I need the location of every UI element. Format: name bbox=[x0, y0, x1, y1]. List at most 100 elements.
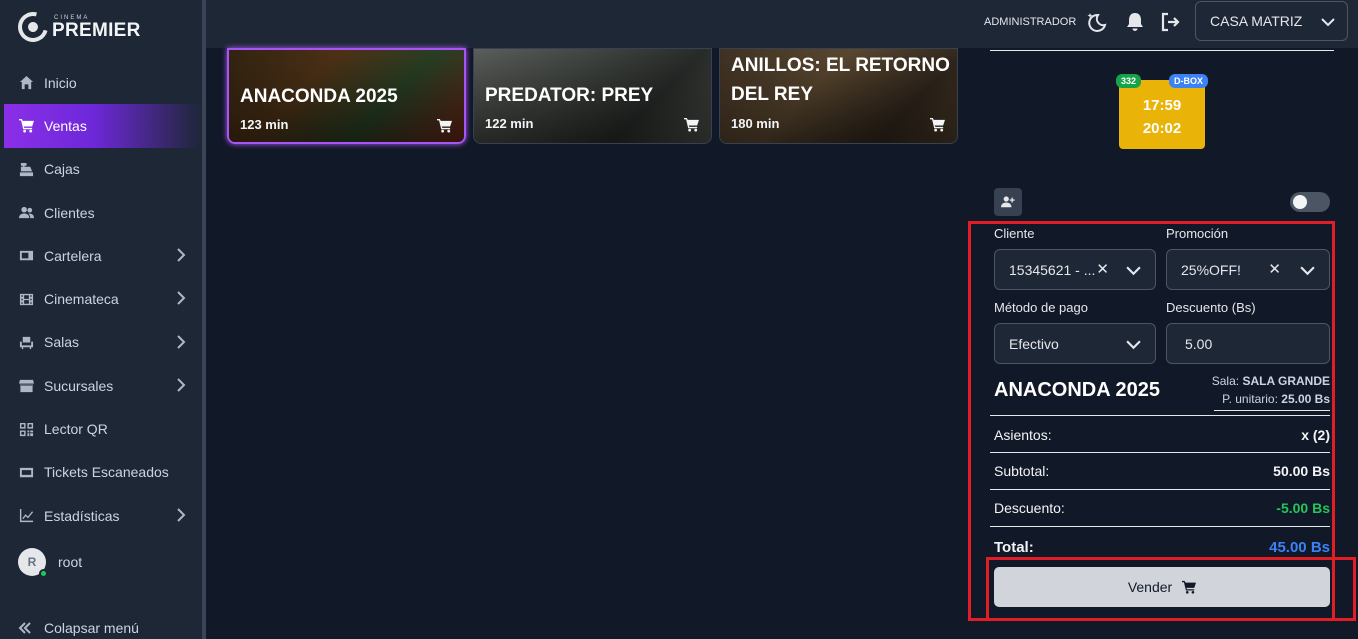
metodo-pago-select[interactable]: Efectivo bbox=[994, 323, 1156, 364]
dark-mode-icon[interactable] bbox=[1086, 11, 1108, 33]
subtotal-label: Subtotal: bbox=[994, 463, 1050, 479]
sidebar-item-label: Salas bbox=[44, 334, 80, 351]
user-name: root bbox=[58, 554, 83, 570]
vender-button[interactable]: Vender bbox=[994, 567, 1330, 607]
subtotal-value: 50.00 Bs bbox=[1273, 463, 1330, 479]
metodo-pago-value: Efectivo bbox=[1009, 335, 1059, 352]
sidebar-item-label: Estadísticas bbox=[44, 507, 120, 524]
sidebar-item-label: Lector QR bbox=[44, 421, 108, 438]
sidebar-item-sucursales[interactable]: Sucursales bbox=[4, 364, 202, 407]
clear-icon[interactable]: ✕ bbox=[1096, 260, 1109, 278]
film-icon bbox=[18, 291, 34, 307]
metodo-pago-label: Método de pago bbox=[994, 300, 1088, 315]
logo-name: PREMIER bbox=[52, 19, 141, 41]
total-label: Total: bbox=[994, 539, 1034, 556]
chart-icon bbox=[18, 508, 34, 524]
movie-duration: 123 min bbox=[240, 117, 289, 132]
bell-icon[interactable] bbox=[1124, 11, 1146, 33]
chevron-down-icon bbox=[1126, 337, 1141, 352]
sidebar-item-salas[interactable]: Salas bbox=[4, 321, 202, 364]
movie-duration: 122 min bbox=[485, 116, 534, 131]
cart-icon[interactable] bbox=[930, 117, 945, 132]
sidebar-item-clientes[interactable]: Clientes bbox=[4, 191, 202, 234]
cliente-select[interactable]: 15345621 - ... ✕ bbox=[994, 249, 1156, 290]
cart-icon bbox=[18, 118, 34, 134]
movie-title: PREDATOR: PREY bbox=[485, 85, 654, 106]
qr-icon bbox=[18, 421, 34, 437]
sidebar-item-ventas[interactable]: Ventas bbox=[4, 104, 202, 148]
sidebar-item-cajas[interactable]: Cajas bbox=[4, 148, 202, 191]
sala-label: Sala: bbox=[1211, 374, 1240, 388]
chevron-right-icon bbox=[176, 378, 186, 392]
top-header: ADMINISTRADOR CASA MATRIZ bbox=[206, 0, 1358, 48]
chevron-right-icon bbox=[176, 248, 186, 262]
seat-icon bbox=[18, 334, 34, 350]
sidebar-item-label: Tickets Escaneados bbox=[44, 464, 169, 481]
asientos-value: x (2) bbox=[1301, 427, 1330, 443]
sidebar-nav: Inicio Ventas Cajas Clientes Cartelera C… bbox=[4, 61, 202, 537]
divider bbox=[990, 452, 1330, 453]
divider bbox=[990, 489, 1330, 490]
descuento-row-label: Descuento: bbox=[994, 500, 1065, 516]
showtime-card[interactable]: 332 D-BOX 17:59 20:02 bbox=[1116, 74, 1208, 149]
sidebar-item-inicio[interactable]: Inicio bbox=[4, 61, 202, 104]
logout-icon[interactable] bbox=[1159, 11, 1181, 33]
format-badge: D-BOX bbox=[1169, 74, 1208, 88]
movie-title: ANACONDA 2025 bbox=[240, 86, 398, 107]
chevron-right-icon bbox=[176, 508, 186, 522]
vender-label: Vender bbox=[1127, 579, 1173, 595]
sidebar-item-label: Cinemateca bbox=[44, 291, 119, 308]
movie-card-anaconda[interactable]: ANACONDA 2025 123 min bbox=[227, 48, 466, 144]
cart-icon[interactable] bbox=[437, 118, 452, 133]
sidebar-item-label: Sucursales bbox=[44, 377, 114, 394]
user-profile[interactable]: R root bbox=[18, 548, 83, 578]
branch-select[interactable]: CASA MATRIZ bbox=[1195, 1, 1348, 41]
chevron-down-icon bbox=[1321, 18, 1335, 27]
sidebar-item-label: Clientes bbox=[44, 204, 95, 221]
movie-title-line2: DEL REY bbox=[731, 84, 814, 105]
descuento-row-value: -5.00 Bs bbox=[1276, 500, 1330, 516]
sala-info: Sala: SALA GRANDE bbox=[1212, 374, 1330, 388]
home-icon bbox=[18, 75, 34, 91]
promocion-select[interactable]: 25%OFF! ✕ bbox=[1166, 249, 1330, 290]
sidebar-item-cinemateca[interactable]: Cinemateca bbox=[4, 277, 202, 320]
total-row: Total: 45.00 Bs bbox=[994, 539, 1330, 556]
online-status-dot bbox=[39, 569, 48, 578]
sidebar-item-label: Cajas bbox=[44, 161, 80, 178]
divider bbox=[990, 415, 1330, 416]
add-client-button[interactable] bbox=[994, 188, 1022, 216]
sidebar-item-cartelera[interactable]: Cartelera bbox=[4, 234, 202, 277]
collapse-menu-button[interactable]: Colapsar menú bbox=[18, 620, 139, 636]
promocion-label: Promoción bbox=[1166, 226, 1229, 241]
sidebar-item-lector-qr[interactable]: Lector QR bbox=[4, 407, 202, 450]
cliente-label: Cliente bbox=[994, 226, 1035, 241]
total-value: 45.00 Bs bbox=[1269, 539, 1330, 556]
movie-card-predator[interactable]: PREDATOR: PREY 122 min bbox=[473, 48, 712, 144]
logo[interactable]: CINEMA PREMIER bbox=[12, 6, 141, 48]
cart-icon[interactable] bbox=[684, 117, 699, 132]
sidebar: CINEMA PREMIER Inicio Ventas Cajas Clien… bbox=[0, 0, 206, 639]
chevron-right-icon bbox=[176, 335, 186, 349]
branch-select-value: CASA MATRIZ bbox=[1210, 13, 1303, 29]
descuento-label: Descuento (Bs) bbox=[1166, 300, 1256, 315]
toggle-switch[interactable] bbox=[1290, 192, 1330, 212]
clear-icon[interactable]: ✕ bbox=[1268, 260, 1281, 278]
sidebar-item-tickets-escaneados[interactable]: Tickets Escaneados bbox=[4, 451, 202, 494]
chevron-right-icon bbox=[176, 291, 186, 306]
divider bbox=[990, 526, 1330, 527]
seats-badge: 332 bbox=[1116, 74, 1142, 88]
asientos-row: Asientos: x (2) bbox=[994, 427, 1330, 443]
movie-card-anillos[interactable]: ANILLOS: EL RETORNO DEL REY 180 min bbox=[719, 48, 958, 144]
user-role: ADMINISTRADOR bbox=[984, 16, 1077, 28]
collapse-menu-label: Colapsar menú bbox=[44, 620, 139, 636]
precio-info: P. unitario: 25.00 Bs bbox=[1222, 392, 1330, 406]
cash-register-icon bbox=[18, 161, 34, 177]
logo-icon bbox=[12, 6, 54, 48]
showtime-end: 20:02 bbox=[1142, 120, 1182, 137]
double-chevron-left-icon bbox=[18, 622, 31, 634]
divider bbox=[1214, 410, 1330, 411]
sidebar-item-estadisticas[interactable]: Estadísticas bbox=[4, 494, 202, 537]
asientos-label: Asientos: bbox=[994, 427, 1052, 443]
movie-title-line1: ANILLOS: EL RETORNO bbox=[731, 55, 950, 76]
descuento-input[interactable]: 5.00 bbox=[1166, 323, 1330, 364]
